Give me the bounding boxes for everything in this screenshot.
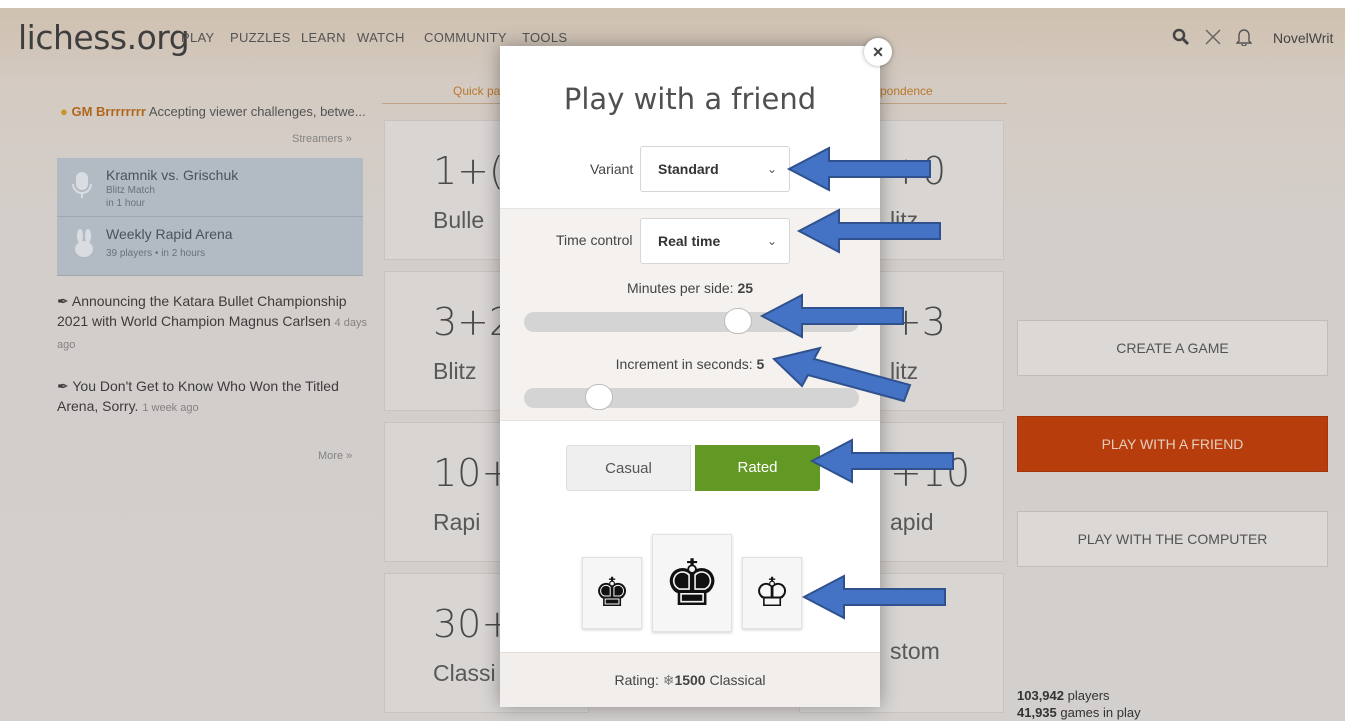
annotation-arrow (801, 574, 946, 620)
annotation-arrow (771, 346, 912, 403)
minutes-label-text: Minutes per side: (626, 280, 734, 296)
chevron-down-icon: ⌄ (766, 234, 777, 248)
black-king-icon[interactable]: ♚ (582, 557, 642, 629)
close-dialog-button[interactable]: × (864, 38, 892, 66)
annotation-arrow (759, 293, 904, 339)
rating-prefix: Rating: (614, 672, 659, 688)
variant-value: Standard (658, 161, 719, 177)
dialog-title: Play with a friend (563, 82, 817, 116)
variant-label: Variant (590, 161, 634, 177)
time-control-value: Real time (658, 233, 721, 249)
increment-slider-thumb[interactable] (585, 384, 613, 410)
lichess-window: lichess.org PLAY PUZZLES LEARN WATCH COM… (0, 8, 1345, 721)
rating-info: Rating: ❄1500 Classical (500, 652, 880, 707)
minutes-value: 25 (737, 280, 754, 296)
rating-variant: Classical (709, 672, 766, 688)
annotation-arrow (796, 208, 941, 254)
time-control-label: Time control (556, 232, 633, 248)
increment-value: 5 (756, 356, 765, 372)
random-king-icon[interactable]: ♚ (652, 534, 732, 632)
divider (500, 420, 880, 421)
chevron-down-icon: ⌄ (766, 162, 777, 176)
variant-select[interactable]: Standard ⌄ (640, 146, 790, 192)
classical-icon: ❄ (662, 672, 675, 688)
minutes-slider-thumb[interactable] (724, 308, 752, 334)
increment-label-text: Increment in seconds: (615, 356, 753, 372)
casual-toggle[interactable]: Casual (566, 445, 691, 491)
annotation-arrow (786, 146, 931, 192)
white-king-icon[interactable]: ♔ (742, 557, 802, 629)
rated-toggle[interactable]: Rated (695, 445, 820, 491)
time-control-select[interactable]: Real time ⌄ (640, 218, 790, 264)
annotation-arrow (809, 438, 954, 484)
rating-value: 1500 (674, 672, 706, 688)
